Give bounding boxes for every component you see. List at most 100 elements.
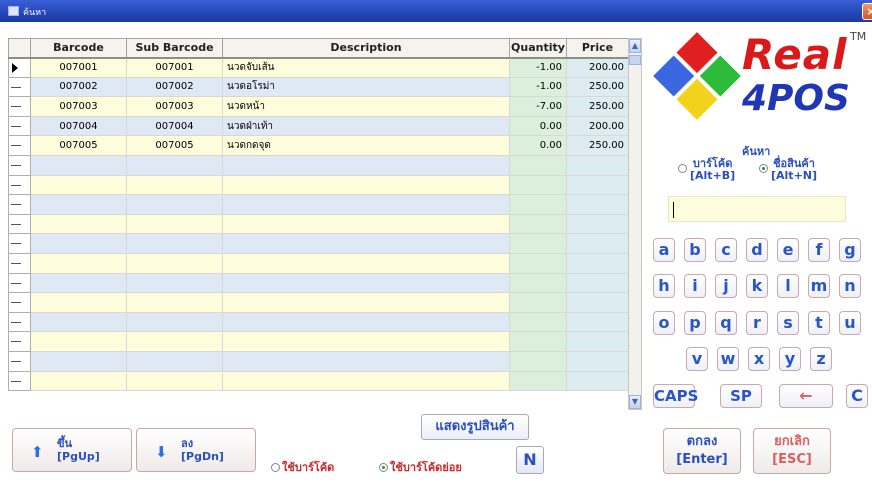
cell-price[interactable] xyxy=(566,350,629,372)
cell-description[interactable] xyxy=(222,350,510,372)
cell-price[interactable]: 200.00 xyxy=(566,57,629,78)
cell-sub-barcode[interactable] xyxy=(126,252,223,274)
cell-sub-barcode[interactable]: 007004 xyxy=(126,115,223,137)
key-d[interactable]: d xyxy=(746,238,768,262)
key-n[interactable]: n xyxy=(839,274,861,298)
option-search-barcode[interactable]: บาร์โค้ด [Alt+B] xyxy=(678,158,735,182)
cell-description[interactable] xyxy=(222,292,510,313)
cell-barcode[interactable]: 007004 xyxy=(30,115,127,137)
cell-quantity[interactable]: 0.00 xyxy=(509,135,567,156)
grid-vertical-scrollbar[interactable]: ▲ ▼ xyxy=(628,38,642,410)
table-row-empty[interactable] xyxy=(8,311,629,333)
cell-description[interactable]: นวดฝ่าเท้า xyxy=(222,115,510,137)
cell-quantity[interactable] xyxy=(509,311,567,333)
cell-quantity[interactable] xyxy=(509,213,567,235)
cell-sub-barcode[interactable] xyxy=(126,370,223,392)
column-header-description[interactable]: Description xyxy=(222,38,510,59)
cell-sub-barcode[interactable] xyxy=(126,174,223,196)
key-h[interactable]: h xyxy=(653,274,675,298)
row-selector[interactable] xyxy=(8,213,31,235)
table-row-empty[interactable] xyxy=(8,252,629,274)
cell-barcode[interactable] xyxy=(30,154,127,176)
table-row-empty[interactable] xyxy=(8,331,629,352)
cell-barcode[interactable] xyxy=(30,350,127,372)
key-l[interactable]: l xyxy=(777,274,799,298)
cell-quantity[interactable] xyxy=(509,331,567,352)
row-selector[interactable] xyxy=(8,115,31,137)
row-selector[interactable] xyxy=(8,331,31,352)
cell-price[interactable] xyxy=(566,311,629,333)
key-m[interactable]: m xyxy=(808,274,830,298)
cell-sub-barcode[interactable] xyxy=(126,213,223,235)
row-selector[interactable] xyxy=(8,272,31,294)
scroll-thumb[interactable] xyxy=(629,55,641,65)
cell-price[interactable]: 250.00 xyxy=(566,96,629,117)
cell-description[interactable] xyxy=(222,174,510,196)
cell-quantity[interactable] xyxy=(509,233,567,254)
cell-description[interactable]: นวดหน้า xyxy=(222,96,510,117)
cell-description[interactable] xyxy=(222,252,510,274)
cell-quantity[interactable]: -1.00 xyxy=(509,57,567,78)
product-grid[interactable]: Barcode Sub Barcode Description Quantity… xyxy=(8,38,629,392)
cell-barcode[interactable] xyxy=(30,272,127,294)
backspace-key[interactable]: ← xyxy=(779,384,833,408)
cell-quantity[interactable] xyxy=(509,154,567,176)
key-f[interactable]: f xyxy=(808,238,830,262)
cell-quantity[interactable] xyxy=(509,272,567,294)
row-selector[interactable] xyxy=(8,154,31,176)
cell-price[interactable] xyxy=(566,370,629,392)
cell-sub-barcode[interactable] xyxy=(126,350,223,372)
cell-barcode[interactable]: 007001 xyxy=(30,57,127,78)
cell-barcode[interactable] xyxy=(30,292,127,313)
row-selector[interactable] xyxy=(8,233,31,254)
cell-quantity[interactable] xyxy=(509,292,567,313)
cancel-button[interactable]: ยกเลิก [ESC] xyxy=(753,428,831,474)
cell-description[interactable] xyxy=(222,194,510,215)
column-header-price[interactable]: Price xyxy=(566,38,629,59)
cell-price[interactable] xyxy=(566,233,629,254)
cell-price[interactable] xyxy=(566,272,629,294)
key-i[interactable]: i xyxy=(684,274,706,298)
cell-description[interactable] xyxy=(222,154,510,176)
key-y[interactable]: y xyxy=(779,347,801,371)
ok-button[interactable]: ตกลง [Enter] xyxy=(663,428,741,474)
cell-sub-barcode[interactable] xyxy=(126,292,223,313)
page-up-button[interactable]: ⬆ ขึ้น [PgUp] xyxy=(12,428,132,472)
cell-quantity[interactable]: 0.00 xyxy=(509,115,567,137)
key-q[interactable]: q xyxy=(715,311,737,335)
cell-sub-barcode[interactable] xyxy=(126,331,223,352)
cell-description[interactable] xyxy=(222,233,510,254)
table-row-empty[interactable] xyxy=(8,350,629,372)
row-selector[interactable] xyxy=(8,370,31,392)
cell-barcode[interactable] xyxy=(30,370,127,392)
key-u[interactable]: u xyxy=(839,311,861,335)
table-row-empty[interactable] xyxy=(8,213,629,235)
key-k[interactable]: k xyxy=(746,274,768,298)
row-selector[interactable] xyxy=(8,350,31,372)
cell-quantity[interactable] xyxy=(509,194,567,215)
cell-price[interactable] xyxy=(566,252,629,274)
cell-sub-barcode[interactable]: 007005 xyxy=(126,135,223,156)
key-c[interactable]: c xyxy=(715,238,737,262)
table-row-empty[interactable] xyxy=(8,174,629,196)
column-header-sub-barcode[interactable]: Sub Barcode xyxy=(126,38,223,59)
cell-sub-barcode[interactable]: 007002 xyxy=(126,76,223,98)
cell-sub-barcode[interactable] xyxy=(126,272,223,294)
radio-use-sub-barcode[interactable]: ใช้บาร์โค้ดย่อย xyxy=(379,458,462,476)
cell-sub-barcode[interactable]: 007001 xyxy=(126,57,223,78)
cell-barcode[interactable] xyxy=(30,331,127,352)
key-j[interactable]: j xyxy=(715,274,737,298)
key-p[interactable]: p xyxy=(684,311,706,335)
row-selector[interactable] xyxy=(8,311,31,333)
cell-sub-barcode[interactable] xyxy=(126,233,223,254)
cell-barcode[interactable] xyxy=(30,174,127,196)
cell-quantity[interactable]: -7.00 xyxy=(509,96,567,117)
caps-key[interactable]: CAPS xyxy=(653,384,698,408)
cell-description[interactable] xyxy=(222,331,510,352)
space-key[interactable]: SP xyxy=(720,384,762,408)
clear-key[interactable]: C xyxy=(846,384,868,408)
show-image-button[interactable]: แสดงรูปสินค้า xyxy=(421,414,529,440)
cell-sub-barcode[interactable] xyxy=(126,154,223,176)
key-r[interactable]: r xyxy=(746,311,768,335)
cell-description[interactable]: นวดจับเส้น xyxy=(222,57,510,78)
